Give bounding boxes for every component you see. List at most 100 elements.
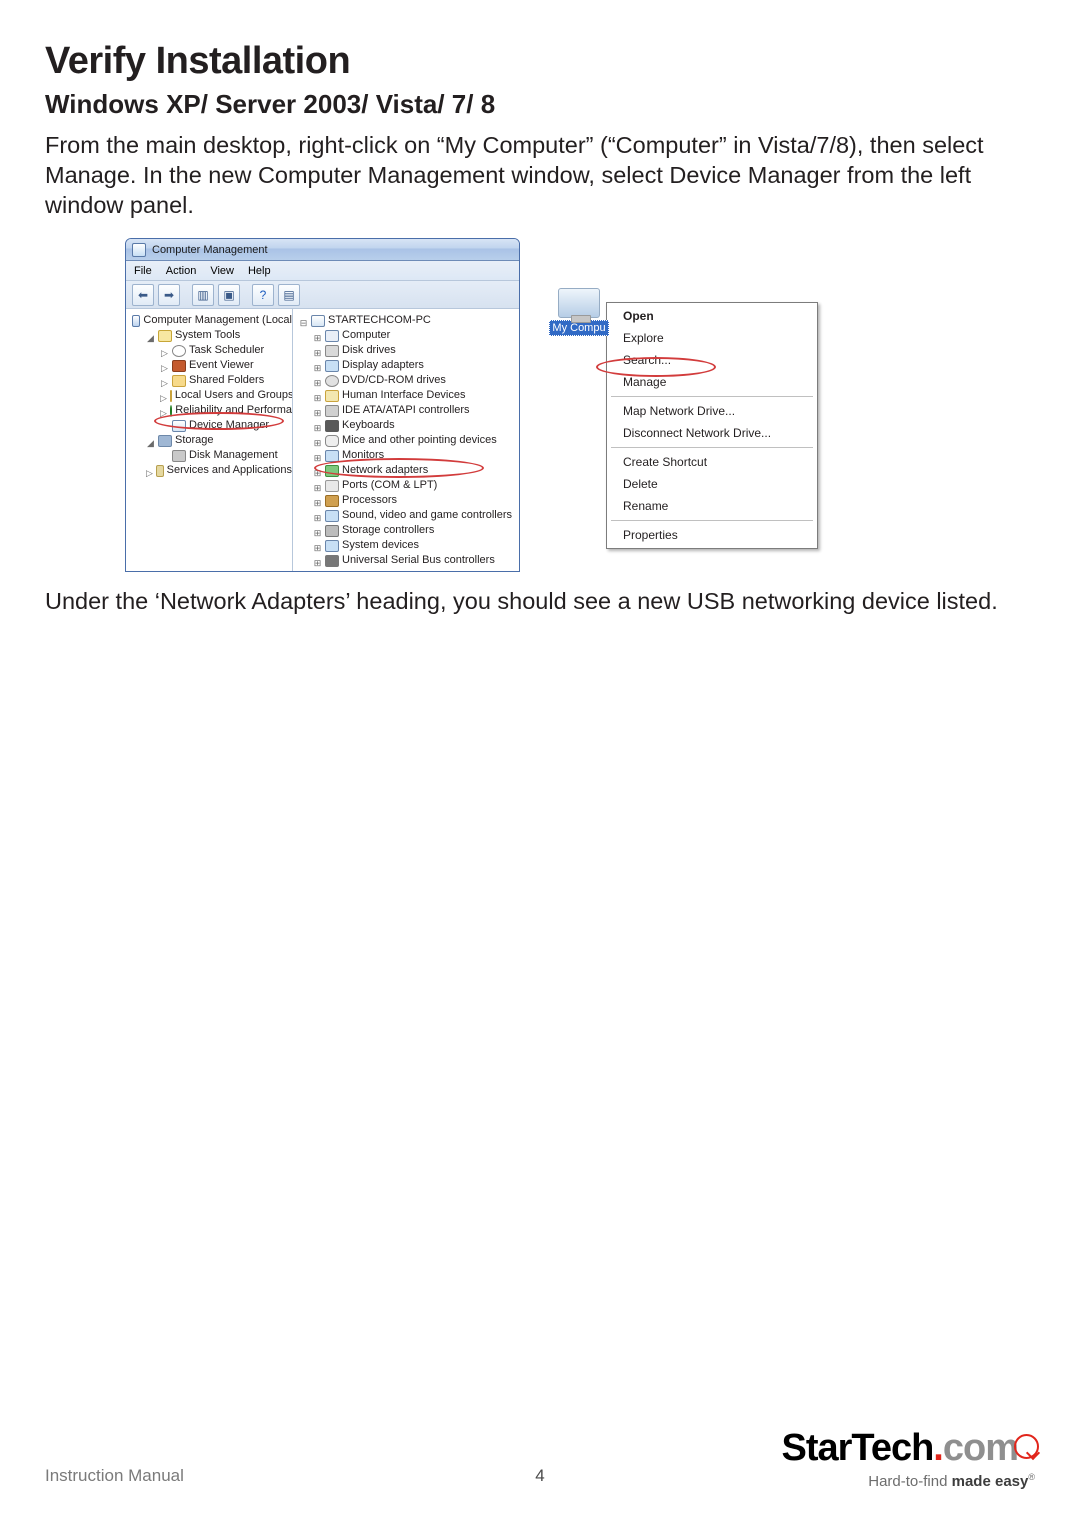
expand-icon[interactable]: ▷ (160, 361, 169, 370)
logo-text-b: com (943, 1427, 1018, 1469)
brand-tagline: Hard-to-find made easy® (782, 1472, 1036, 1490)
sound-icon (325, 510, 339, 522)
page-number: 4 (535, 1466, 544, 1486)
toolbar-showhide-button[interactable]: ▣ (218, 284, 240, 306)
expand-icon[interactable]: ▷ (160, 376, 169, 385)
collapse-icon[interactable]: ◢ (146, 436, 155, 445)
tree-label: DVD/CD-ROM drives (342, 373, 446, 388)
expand-icon[interactable]: ⊞ (313, 391, 322, 400)
monitor-icon (558, 288, 600, 318)
my-computer-desktop-icon[interactable]: My Compu (548, 288, 610, 336)
expand-icon[interactable]: ⊞ (313, 556, 322, 565)
ctx-search[interactable]: Search... (609, 349, 815, 371)
tree-reliability[interactable]: ▷Reliability and Performa (160, 403, 292, 418)
device-mice[interactable]: ⊞Mice and other pointing devices (313, 433, 519, 448)
expand-icon[interactable]: ⊞ (313, 466, 322, 475)
device-hid[interactable]: ⊞Human Interface Devices (313, 388, 519, 403)
tree-label: Monitors (342, 448, 384, 463)
ctx-explore[interactable]: Explore (609, 327, 815, 349)
device-dvd[interactable]: ⊞ DVD/CD-ROM drives (313, 373, 519, 388)
expand-icon[interactable]: ⊞ (313, 511, 322, 520)
ctx-create-shortcut[interactable]: Create Shortcut (609, 451, 815, 473)
device-root[interactable]: ⊟STARTECHCOM-PC (299, 313, 519, 328)
footer: Instruction Manual 4 StarTech.com Hard-t… (45, 1426, 1035, 1486)
device-system-devices[interactable]: ⊞ System devices (313, 538, 519, 553)
port-icon (325, 480, 339, 492)
ctx-map-network-drive[interactable]: Map Network Drive... (609, 400, 815, 422)
tree-services[interactable]: ▷Services and Applications (146, 463, 292, 478)
brand-block: StarTech.com Hard-to-find made easy® (782, 1427, 1036, 1490)
logo-magnifier-icon (1014, 1434, 1039, 1459)
menu-help[interactable]: Help (248, 265, 271, 277)
collapse-icon[interactable]: ◢ (146, 331, 155, 340)
registered-mark: ® (1028, 1472, 1035, 1482)
menu-action[interactable]: Action (166, 265, 197, 277)
toolbar-back-button[interactable]: ⬅ (132, 284, 154, 306)
ctx-properties[interactable]: Properties (609, 524, 815, 546)
tree-event-viewer[interactable]: ▷Event Viewer (160, 358, 292, 373)
tree-label: Storage controllers (342, 523, 434, 538)
device-disk-drives[interactable]: ⊞ Disk drives (313, 343, 519, 358)
ctx-manage[interactable]: Manage (609, 371, 815, 393)
device-storage-controllers[interactable]: ⊞ Storage controllers (313, 523, 519, 538)
toolbar-forward-button[interactable]: ➡ (158, 284, 180, 306)
tree-root[interactable]: Computer Management (Local (132, 313, 292, 328)
device-sound[interactable]: ⊞Sound, video and game controllers (313, 508, 519, 523)
menu-file[interactable]: File (134, 265, 152, 277)
expand-icon[interactable]: ⊞ (313, 331, 322, 340)
expand-icon[interactable]: ⊞ (313, 361, 322, 370)
device-monitors[interactable]: ⊞ Monitors (313, 448, 519, 463)
ctx-separator (611, 396, 813, 397)
dvd-icon (325, 375, 339, 387)
expand-icon[interactable]: ▷ (160, 406, 167, 415)
device-display-adapters[interactable]: ⊞Display adapters (313, 358, 519, 373)
tagline-b: made easy (952, 1473, 1029, 1490)
tree-label: Computer (342, 328, 390, 343)
device-manager-icon (172, 420, 186, 432)
toolbar-help-button[interactable]: ? (252, 284, 274, 306)
tree-label: System devices (342, 538, 419, 553)
device-ide[interactable]: ⊞IDE ATA/ATAPI controllers (313, 403, 519, 418)
tree-system-tools[interactable]: ◢System Tools (146, 328, 292, 343)
device-usb[interactable]: ⊞Universal Serial Bus controllers (313, 553, 519, 568)
subheading-os-list: Windows XP/ Server 2003/ Vista/ 7/ 8 (45, 89, 1035, 120)
device-keyboards[interactable]: ⊞Keyboards (313, 418, 519, 433)
expand-icon[interactable]: ▷ (146, 466, 153, 475)
tree-task-scheduler[interactable]: ▷Task Scheduler (160, 343, 292, 358)
ctx-delete[interactable]: Delete (609, 473, 815, 495)
logo-text-a: StarTech (782, 1427, 934, 1469)
expand-icon[interactable]: ⊞ (313, 346, 322, 355)
expand-icon[interactable]: ⊞ (313, 436, 322, 445)
toolbar-separator (184, 284, 188, 306)
ctx-open[interactable]: Open (609, 305, 815, 327)
expand-icon[interactable]: ▷ (160, 346, 169, 355)
expand-icon[interactable]: ⊞ (313, 541, 322, 550)
menu-view[interactable]: View (210, 265, 234, 277)
expand-icon[interactable]: ▷ (160, 391, 167, 400)
tree-root-label: Computer Management (Local (143, 313, 292, 328)
device-computer[interactable]: ⊞ Computer (313, 328, 519, 343)
window-body: Computer Management (Local ◢System Tools… (126, 309, 519, 571)
device-network-adapters[interactable]: ⊞Network adapters (313, 463, 519, 478)
tree-storage[interactable]: ◢Storage (146, 433, 292, 448)
tree-label: Disk drives (342, 343, 396, 358)
expand-icon[interactable]: ⊞ (313, 421, 322, 430)
collapse-icon[interactable]: ⊟ (299, 316, 308, 325)
expand-icon[interactable]: ⊞ (313, 481, 322, 490)
keyboard-icon (325, 420, 339, 432)
device-ports[interactable]: ⊞Ports (COM & LPT) (313, 478, 519, 493)
tree-device-manager[interactable]: Device Manager (160, 418, 292, 433)
expand-icon[interactable]: ⊞ (313, 496, 322, 505)
expand-icon[interactable]: ⊞ (313, 406, 322, 415)
expand-icon[interactable]: ⊞ (313, 526, 322, 535)
ctx-disconnect-network-drive[interactable]: Disconnect Network Drive... (609, 422, 815, 444)
tree-shared-folders[interactable]: ▷Shared Folders (160, 373, 292, 388)
device-processors[interactable]: ⊞Processors (313, 493, 519, 508)
toolbar-properties-button[interactable]: ▥ (192, 284, 214, 306)
tree-local-users[interactable]: ▷Local Users and Groups (160, 388, 292, 403)
ctx-rename[interactable]: Rename (609, 495, 815, 517)
toolbar-detail-button[interactable]: ▤ (278, 284, 300, 306)
expand-icon[interactable]: ⊞ (313, 376, 322, 385)
expand-icon[interactable]: ⊞ (313, 451, 322, 460)
tree-disk-management[interactable]: Disk Management (160, 448, 292, 463)
